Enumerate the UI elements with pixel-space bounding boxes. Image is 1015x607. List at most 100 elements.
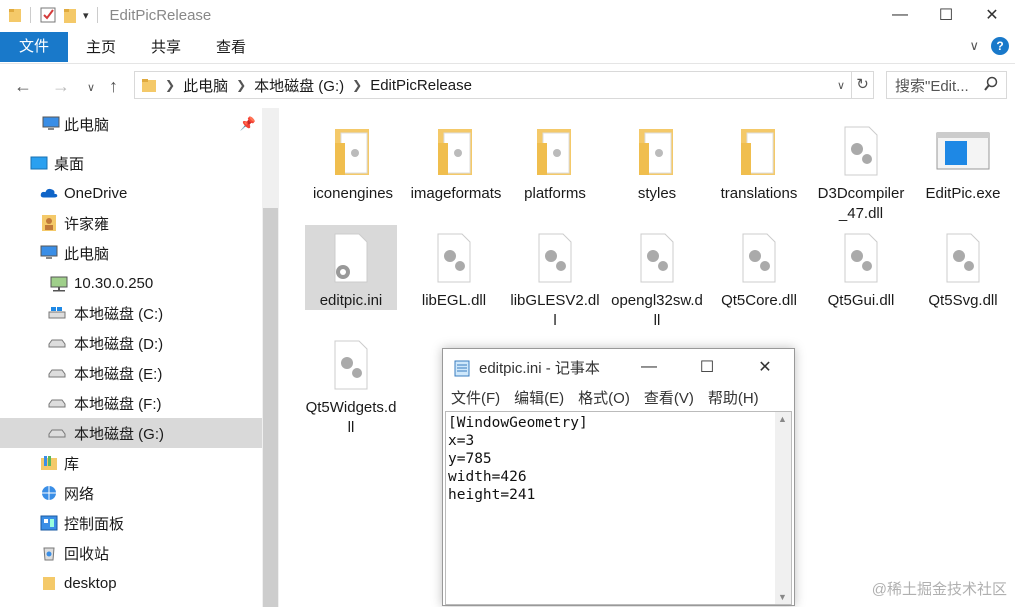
notepad-menu-bar: 文件(F) 编辑(E) 格式(O) 查看(V) 帮助(H) (443, 387, 794, 409)
sidebar-item-label: 本地磁盘 (D:) (74, 335, 164, 353)
expand-ribbon-icon[interactable]: ∨ (969, 38, 979, 54)
breadcrumb-editpicrelease[interactable]: EditPicRelease (370, 77, 472, 94)
menu-help[interactable]: 帮助(H) (708, 387, 759, 409)
sidebar-item-drive-d[interactable]: 本地磁盘 (D:) (0, 328, 262, 358)
search-box[interactable]: 搜索"Edit... (886, 71, 1007, 99)
close-button[interactable]: ✕ (969, 0, 1015, 30)
tab-share[interactable]: 共享 (150, 34, 182, 62)
file-item-platforms[interactable]: platforms (509, 118, 601, 204)
minimize-button[interactable]: — (877, 0, 923, 30)
address-bar[interactable]: ❯ 此电脑 ❯ 本地磁盘 (G:) ❯ EditPicRelease ∨ ↻ (134, 71, 874, 99)
sidebar-item-network[interactable]: 网络 (0, 478, 262, 508)
file-item-translations[interactable]: translations (713, 118, 805, 204)
tab-home[interactable]: 主页 (86, 34, 116, 62)
address-dropdown-icon[interactable]: ∨ (837, 79, 845, 92)
menu-view[interactable]: 查看(V) (644, 387, 694, 409)
window-title: EditPicRelease (109, 6, 212, 24)
chevron-right-icon[interactable]: ❯ (236, 78, 246, 92)
file-item-libglesv2[interactable]: libGLESV2.dll (509, 225, 601, 331)
sidebar-item-this-pc[interactable]: 此电脑 (0, 238, 262, 268)
sidebar-item-desktop-folder[interactable]: desktop (0, 568, 262, 598)
sidebar-item-drive-c[interactable]: 本地磁盘 (C:) (0, 298, 262, 328)
up-arrow-icon[interactable]: ↑ (109, 76, 118, 96)
file-item-editpic-ini[interactable]: editpic.ini (305, 225, 397, 310)
file-item-d3dcompiler[interactable]: D3Dcompiler_47.dll (815, 118, 907, 224)
sidebar-item-this-pc-quick[interactable]: 此电脑 📌 (0, 109, 262, 139)
file-item-libegl[interactable]: libEGL.dll (408, 225, 500, 311)
tab-file[interactable]: 文件 (0, 32, 68, 62)
file-item-styles[interactable]: styles (611, 118, 703, 204)
file-name: libGLESV2.dll (510, 292, 600, 329)
notepad-maximize-button[interactable]: ☐ (678, 349, 736, 385)
notepad-title-bar[interactable]: editpic.ini - 记事本 — ☐ ✕ (443, 349, 794, 385)
sidebar-scrollbar[interactable] (262, 108, 279, 607)
sidebar-item-control-panel[interactable]: 控制面板 (0, 508, 262, 538)
sidebar-item-library[interactable]: 库 (0, 448, 262, 478)
file-item-editpic-exe[interactable]: EditPic.exe (917, 118, 1009, 204)
desktop-icon (30, 155, 48, 171)
notepad-minimize-button[interactable]: — (620, 349, 678, 385)
breadcrumb-drive-g[interactable]: 本地磁盘 (G:) (254, 75, 344, 96)
maximize-button[interactable]: ☐ (923, 0, 969, 30)
notepad-text-area[interactable]: [WindowGeometry] x=3 y=785 width=426 hei… (445, 411, 775, 605)
folder-icon (9, 9, 21, 22)
file-item-imageformats[interactable]: imageformats (410, 118, 502, 204)
notepad-scrollbar[interactable]: ▲ ▼ (775, 411, 792, 605)
search-icon[interactable] (984, 76, 998, 96)
file-item-qt5gui[interactable]: Qt5Gui.dll (815, 225, 907, 311)
file-item-qt5widgets[interactable]: Qt5Widgets.dll (305, 332, 397, 438)
notepad-close-button[interactable]: ✕ (736, 349, 794, 385)
ribbon: 文件 主页 共享 查看 ∨ ? (0, 30, 1015, 64)
drive-icon (48, 395, 66, 411)
menu-format[interactable]: 格式(O) (578, 387, 630, 409)
search-input[interactable]: 搜索"Edit... (895, 75, 969, 96)
breadcrumb-this-pc[interactable]: 此电脑 (183, 75, 228, 96)
tab-view[interactable]: 查看 (215, 34, 247, 62)
sidebar-item-label: 此电脑 (64, 116, 110, 134)
sidebar-item-label: 许家雍 (64, 215, 110, 233)
notepad-title: editpic.ini - 记事本 (479, 359, 600, 377)
notepad-icon (453, 359, 471, 381)
sidebar-item-network-drive[interactable]: 10.30.0.250 (0, 268, 262, 298)
sidebar-item-drive-g[interactable]: 本地磁盘 (G:) (0, 418, 262, 448)
network-icon (40, 485, 58, 501)
file-name: iconengines (312, 185, 394, 202)
back-arrow-icon[interactable]: ← (14, 76, 32, 96)
properties-icon[interactable] (39, 6, 57, 24)
drive-icon (48, 365, 66, 381)
sidebar-item-desktop[interactable]: 桌面 (0, 148, 262, 178)
sidebar-item-drive-e[interactable]: 本地磁盘 (E:) (0, 358, 262, 388)
recent-locations-icon[interactable]: ∨ (87, 78, 95, 98)
menu-edit[interactable]: 编辑(E) (514, 387, 564, 409)
sidebar-item-drive-f[interactable]: 本地磁盘 (F:) (0, 388, 262, 418)
file-item-opengl32sw[interactable]: opengl32sw.dll (611, 225, 703, 331)
file-item-qt5svg[interactable]: Qt5Svg.dll (917, 225, 1009, 311)
sidebar-item-onedrive[interactable]: OneDrive (0, 178, 262, 208)
chevron-right-icon[interactable]: ❯ (352, 78, 362, 92)
file-item-qt5core[interactable]: Qt5Core.dll (713, 225, 805, 311)
scroll-up-icon[interactable]: ▲ (778, 414, 787, 424)
sidebar-item-recycle-bin[interactable]: 回收站 (0, 538, 262, 568)
new-folder-icon[interactable] (63, 6, 77, 24)
menu-file[interactable]: 文件(F) (451, 387, 500, 409)
chevron-right-icon[interactable]: ❯ (165, 78, 175, 92)
quick-access-toolbar: ▾ (0, 6, 100, 24)
sidebar-item-user[interactable]: 许家雍 (0, 208, 262, 238)
drive-icon (48, 335, 66, 351)
notepad-window-controls: — ☐ ✕ (620, 349, 794, 385)
forward-arrow-icon[interactable]: → (52, 76, 70, 96)
notepad-window: editpic.ini - 记事本 — ☐ ✕ 文件(F) 编辑(E) 格式(O… (442, 348, 795, 606)
sidebar-item-label: 本地磁盘 (F:) (74, 395, 162, 413)
drive-icon (48, 425, 66, 441)
refresh-icon[interactable]: ↻ (851, 72, 873, 98)
separator (96, 7, 98, 23)
scrollbar-thumb[interactable] (263, 208, 278, 607)
file-item-iconengines[interactable]: iconengines (307, 118, 399, 204)
help-icon[interactable]: ? (991, 37, 1009, 55)
library-icon (40, 455, 58, 471)
customize-toolbar-icon[interactable]: ▾ (83, 9, 89, 22)
scroll-down-icon[interactable]: ▼ (778, 592, 787, 602)
pin-icon[interactable]: 📌 (240, 116, 256, 132)
folder-icon (40, 575, 58, 591)
dll-icon (713, 225, 805, 291)
